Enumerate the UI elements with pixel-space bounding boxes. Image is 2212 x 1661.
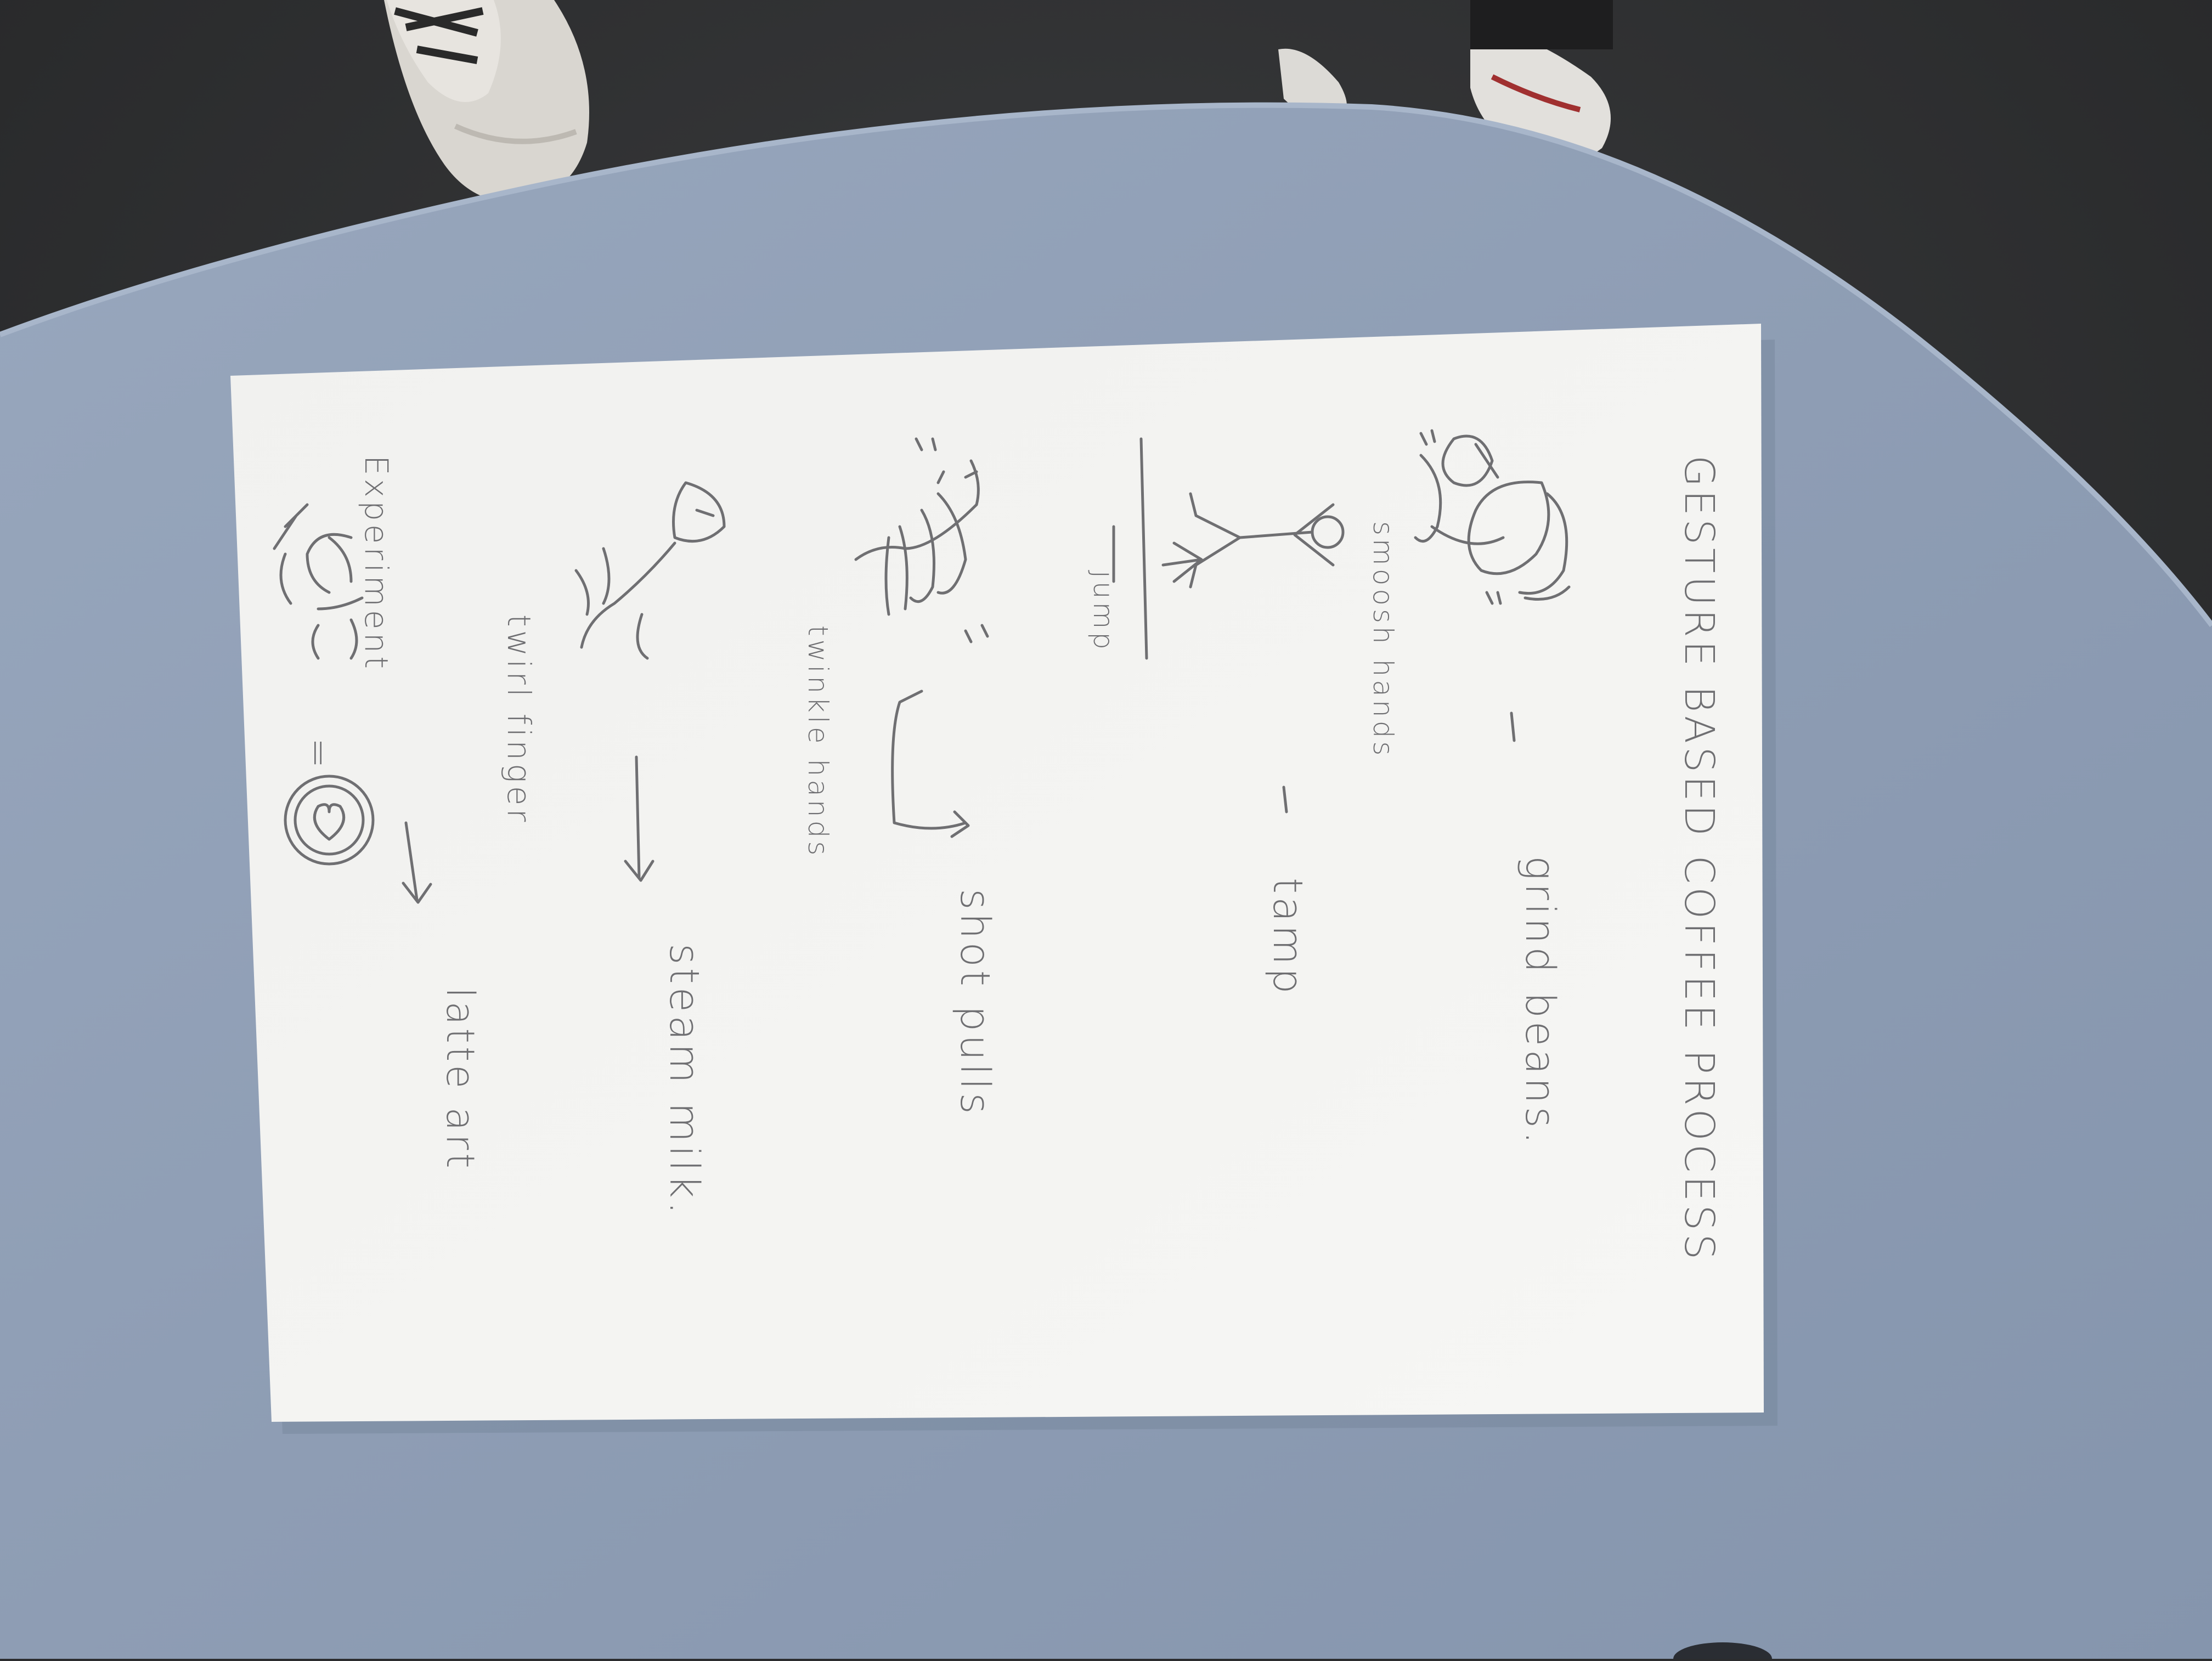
photo-background (0, 0, 2212, 1661)
photo-scene: GESTURE BASED COFFEE PROCESS smoosh hand… (0, 0, 2212, 1661)
paper-sheet (230, 324, 1764, 1422)
